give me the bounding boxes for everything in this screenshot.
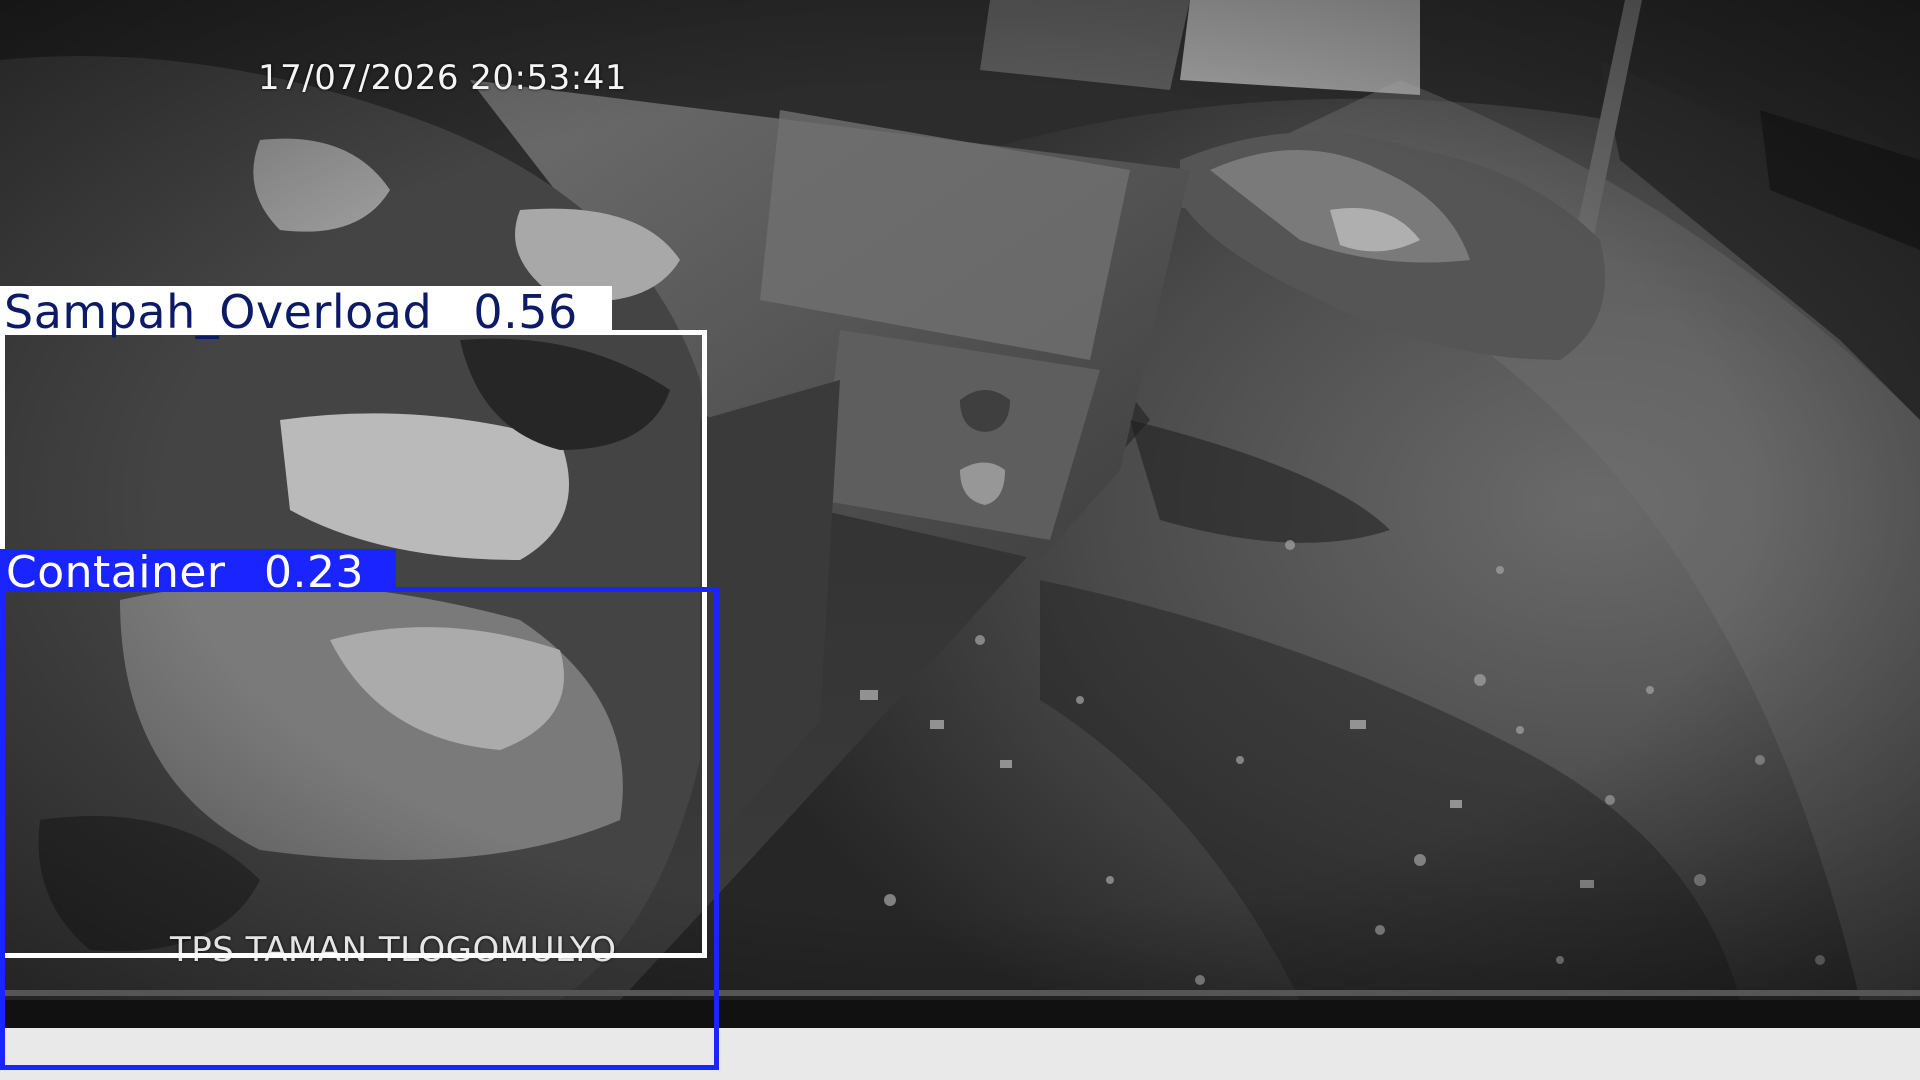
detection-label-overload: Sampah_Overload 0.56 <box>0 286 612 335</box>
detection-box-container <box>0 587 719 1070</box>
detection-class-label: Sampah_Overload <box>4 285 433 339</box>
detection-confidence: 0.56 <box>473 285 578 339</box>
detection-class-label: Container <box>6 547 226 598</box>
cctv-frame: 17/07/2026 20:53:41 TPS TAMAN TLOGOMULYO… <box>0 0 1920 1080</box>
detection-label-container: Container 0.23 <box>0 549 396 595</box>
timestamp-overlay: 17/07/2026 20:53:41 <box>258 58 627 98</box>
detection-confidence: 0.23 <box>264 547 364 598</box>
